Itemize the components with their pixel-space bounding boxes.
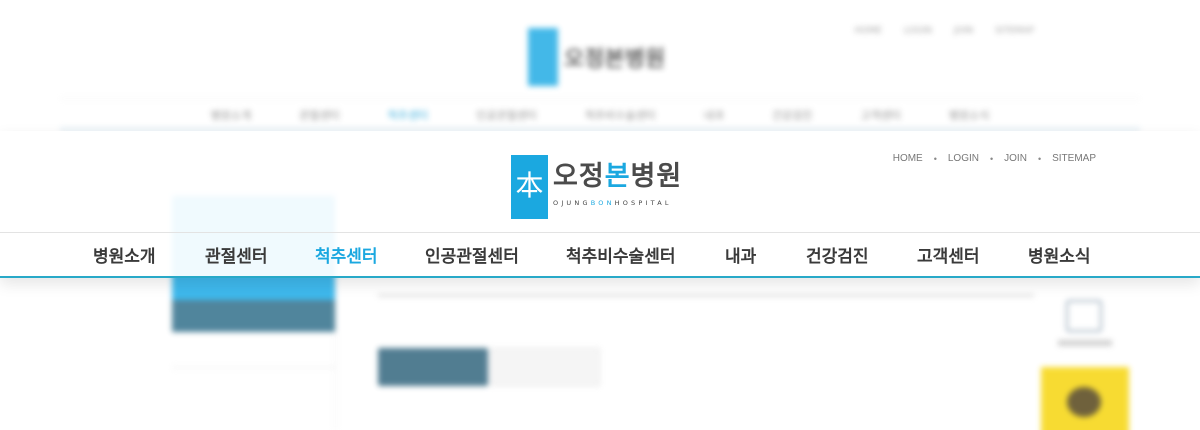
logo-name-accent: 본: [604, 161, 631, 192]
background-tab-active: [378, 348, 488, 386]
background-nav: 병원소개 관절센터 척추센터 인공관절센터 척추비수술센터 내과 건강검진 고객…: [60, 98, 1140, 130]
logo-sub-accent: BON: [590, 199, 615, 207]
background-logo-text: 오정본병원: [564, 47, 666, 72]
background-side-menu-item: [172, 334, 335, 368]
join-link[interactable]: JOIN: [1004, 153, 1027, 164]
sitemap-link[interactable]: SITEMAP: [1052, 153, 1096, 164]
logo-subtitle: OJUNGBONHOSPITAL: [553, 199, 682, 207]
logo-name: 오정본병원: [553, 159, 682, 195]
utility-links: HOME • LOGIN • JOIN • SITEMAP: [893, 153, 1096, 164]
nav-item-internal-medicine[interactable]: 내과: [725, 242, 756, 267]
background-nav-item: 건강검진: [771, 109, 813, 122]
logo-name-part1: 오정: [553, 161, 605, 192]
login-link[interactable]: LOGIN: [948, 153, 979, 164]
logo-text: 오정본병원 OJUNGBONHOSPITAL: [553, 155, 682, 207]
background-nav-item: 인공관절센터: [476, 109, 537, 122]
background-util-login: LOGIN: [903, 26, 932, 36]
nav-item-artificial-joint-center[interactable]: 인공관절센터: [425, 242, 519, 267]
background-nav-item: 관절센터: [299, 109, 340, 122]
nav-item-hospital-news[interactable]: 병원소식: [1028, 242, 1091, 267]
background-title-rule: [378, 294, 1034, 297]
monitor-icon: [1066, 300, 1102, 332]
home-link[interactable]: HOME: [893, 153, 923, 164]
logo-glyph: 本: [515, 169, 544, 202]
util-separator: •: [933, 153, 937, 164]
background-util-join: JOIN: [953, 26, 974, 36]
nav-item-spine-center[interactable]: 척추센터: [315, 242, 378, 267]
background-nav-item: 척추센터: [387, 109, 429, 122]
background-nav-item: 고객센터: [860, 109, 901, 122]
background-logo-mark: [528, 28, 558, 86]
nav-item-nonsurgical-spine-center[interactable]: 척추비수술센터: [566, 242, 675, 267]
nav-item-hospital-intro[interactable]: 병원소개: [93, 242, 156, 267]
logo-name-part2: 병원: [630, 161, 683, 192]
background-nav-item: 병원소개: [210, 109, 252, 122]
logo-mark-icon: 本: [511, 155, 548, 219]
background-util-home: HOME: [854, 26, 882, 36]
nav-item-health-checkup[interactable]: 건강검진: [806, 242, 869, 267]
logo-sub-part2: HOSPITAL: [614, 199, 672, 207]
background-nav-item: 척추비수술센터: [584, 109, 656, 122]
background-tab: [490, 348, 600, 386]
sticky-header: 本 오정본병원 OJUNGBONHOSPITAL HOME • LOGIN • …: [0, 131, 1200, 278]
background-logo: 오정본병원: [528, 28, 665, 86]
background-side-menu-active: [172, 300, 335, 332]
background-util-links: HOME LOGIN JOIN SITEMAP: [855, 26, 1034, 36]
nav-item-customer-center[interactable]: 고객센터: [917, 242, 980, 267]
kakao-talk-icon: [1041, 367, 1129, 430]
main-nav: 병원소개 관절센터 척추센터 인공관절센터 척추비수술센터 내과 건강검진 고객…: [0, 232, 1200, 278]
background-nav-item: 병원소식: [948, 109, 990, 122]
hospital-logo[interactable]: 本 오정본병원 OJUNGBONHOSPITAL: [511, 155, 682, 221]
background-util-sitemap: SITEMAP: [995, 26, 1034, 36]
nav-item-joint-center[interactable]: 관절센터: [205, 242, 268, 267]
util-separator: •: [1037, 153, 1042, 164]
background-nav-item: 내과: [703, 109, 724, 122]
logo-sub-part1: OJUNG: [553, 199, 591, 207]
main-nav-list: 병원소개 관절센터 척추센터 인공관절센터 척추비수술센터 내과 건강검진 고객…: [0, 233, 1200, 277]
background-quick-label: [1058, 340, 1112, 346]
util-separator: •: [990, 153, 994, 164]
